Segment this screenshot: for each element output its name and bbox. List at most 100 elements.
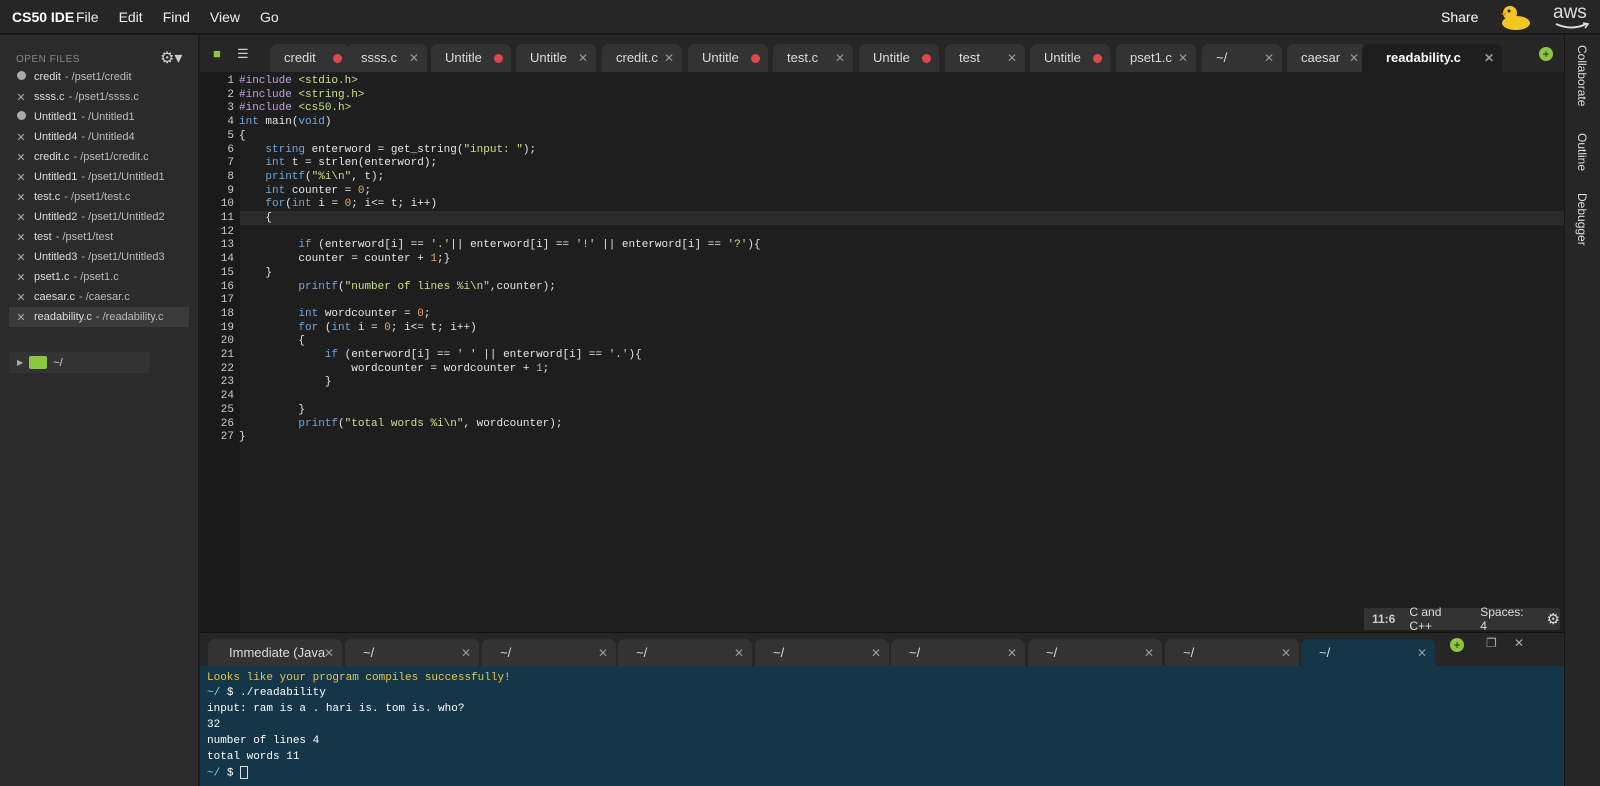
expand-arrow-icon[interactable]: ▶ — [17, 358, 23, 367]
editor-tab[interactable]: credit — [270, 44, 350, 72]
code-line[interactable]: int counter = 0; — [239, 185, 371, 197]
close-icon[interactable]: ✕ — [1144, 639, 1154, 667]
close-icon[interactable]: ✕ — [1007, 44, 1017, 72]
editor-tab[interactable]: caesar ✕ — [1287, 44, 1367, 72]
terminal-tab[interactable]: ~/ ✕ — [618, 639, 752, 667]
terminal-tab[interactable]: ~/ ✕ — [1301, 639, 1435, 667]
close-icon[interactable]: ✕ — [734, 639, 744, 667]
close-icon[interactable]: ✕ — [1349, 44, 1359, 72]
close-icon[interactable]: ✕ — [16, 251, 26, 264]
editor-tab[interactable]: test ✕ — [945, 44, 1025, 72]
menu-go[interactable]: Go — [260, 9, 279, 25]
code-line[interactable]: int wordcounter = 0; — [239, 308, 430, 320]
terminal-tab[interactable]: ~/ ✕ — [755, 639, 889, 667]
code-line[interactable]: { — [239, 335, 305, 347]
cursor-position[interactable]: 11:6 — [1372, 612, 1395, 626]
close-icon[interactable]: ✕ — [664, 44, 674, 72]
file-tree-root[interactable]: ▶ ~/ — [9, 352, 149, 373]
code-line[interactable]: printf("total words %i\n", wordcounter); — [239, 418, 562, 430]
code-line[interactable]: wordcounter = wordcounter + 1; — [239, 363, 549, 375]
tab-collaborate[interactable]: Collaborate — [1575, 45, 1589, 106]
code-line[interactable]: #include <cs50.h> — [239, 102, 351, 114]
open-file-item[interactable]: credit - /pset1/credit — [9, 67, 189, 87]
editor-tab[interactable]: Untitle — [688, 44, 768, 72]
open-file-item[interactable]: ✕ test.c - /pset1/test.c — [9, 187, 189, 207]
terminal-cursor[interactable] — [240, 766, 249, 779]
open-file-item[interactable]: ✕ test - /pset1/test — [9, 227, 189, 247]
close-icon[interactable]: ✕ — [16, 151, 26, 164]
code-line[interactable]: int main(void) — [239, 116, 331, 128]
code-line[interactable]: printf("number of lines %i\n",counter); — [239, 281, 555, 293]
terminal-tab[interactable]: ~/ ✕ — [1028, 639, 1162, 667]
close-panel-icon[interactable]: ✕ — [1514, 636, 1524, 650]
close-icon[interactable]: ✕ — [1178, 44, 1188, 72]
indent-setting[interactable]: Spaces: 4 — [1480, 605, 1532, 633]
code-line[interactable]: if (enterword[i] == '.'|| enterword[i] =… — [239, 239, 760, 251]
open-file-item[interactable]: ✕ Untitled1- /pset1/Untitled1 — [9, 167, 189, 187]
editor-tab[interactable]: ssss.c ✕ — [347, 44, 427, 72]
close-icon[interactable]: ✕ — [409, 44, 419, 72]
tab-debugger[interactable]: Debugger — [1575, 193, 1589, 246]
terminal-tab[interactable]: ~/ ✕ — [1165, 639, 1299, 667]
terminal-tab[interactable]: ~/ ✕ — [345, 639, 479, 667]
close-icon[interactable]: ✕ — [324, 639, 334, 667]
code-line[interactable]: for(int i = 0; i<= t; i++) — [239, 198, 437, 210]
open-file-item[interactable]: ✕ credit.c - /pset1/credit.c — [9, 147, 189, 167]
close-icon[interactable]: ✕ — [578, 44, 588, 72]
code-line[interactable]: if (enterword[i] == ' ' || enterword[i] … — [239, 349, 642, 361]
terminal-tab[interactable]: Immediate (Java ✕ — [208, 639, 342, 667]
tab-outline[interactable]: Outline — [1575, 133, 1589, 171]
code-line[interactable]: int t = strlen(enterword); — [239, 157, 437, 169]
editor-tab[interactable]: Untitle ✕ — [516, 44, 596, 72]
close-icon[interactable]: ✕ — [16, 291, 26, 304]
close-icon[interactable]: ✕ — [1264, 44, 1274, 72]
editor-tab[interactable]: test.c ✕ — [773, 44, 853, 72]
terminal-tab[interactable]: ~/ ✕ — [891, 639, 1025, 667]
open-file-item[interactable]: ✕ Untitled3- /pset1/Untitled3 — [9, 247, 189, 267]
close-icon[interactable]: ✕ — [871, 639, 881, 667]
unsaved-dot-icon[interactable] — [1093, 54, 1102, 63]
unsaved-dot-icon[interactable] — [16, 71, 26, 83]
close-icon[interactable]: ✕ — [598, 639, 608, 667]
duck-icon[interactable] — [1498, 3, 1532, 31]
menu-find[interactable]: Find — [163, 9, 190, 25]
gear-icon[interactable]: ⚙ — [1547, 610, 1560, 628]
close-icon[interactable]: ✕ — [1007, 639, 1017, 667]
terminal-tab[interactable]: ~/ ✕ — [482, 639, 616, 667]
editor-tab[interactable]: Untitle — [1030, 44, 1110, 72]
unsaved-dot-icon[interactable] — [333, 54, 342, 63]
terminal[interactable]: Looks like your program compiles success… — [200, 666, 1564, 786]
close-icon[interactable]: ✕ — [16, 231, 26, 244]
close-icon[interactable]: ✕ — [16, 191, 26, 204]
close-icon[interactable]: ✕ — [1281, 639, 1291, 667]
menu-file[interactable]: File — [76, 9, 99, 25]
code-line[interactable]: for (int i = 0; i<= t; i++) — [239, 322, 476, 334]
editor-tab[interactable]: Untitle — [431, 44, 511, 72]
add-tab-icon[interactable]: + — [1539, 47, 1553, 61]
code-line[interactable]: } — [239, 267, 272, 279]
code-line[interactable]: #include <string.h> — [239, 89, 364, 101]
share-button[interactable]: Share — [1441, 9, 1478, 25]
menu-edit[interactable]: Edit — [119, 9, 143, 25]
editor-tab[interactable]: credit.c ✕ — [602, 44, 682, 72]
outline-list-icon[interactable]: ☰ — [237, 46, 249, 62]
close-icon[interactable]: ✕ — [835, 44, 845, 72]
code-line[interactable]: printf("%i\n", t); — [239, 171, 384, 183]
code-line[interactable]: #include <stdio.h> — [239, 75, 358, 87]
folder-icon[interactable]: ■ — [213, 46, 221, 61]
code-line[interactable]: { — [239, 130, 246, 142]
open-file-item[interactable]: ✕ Untitled2- /pset1/Untitled2 — [9, 207, 189, 227]
maximize-icon[interactable]: ❐ — [1486, 636, 1497, 650]
unsaved-dot-icon[interactable] — [494, 54, 503, 63]
menu-view[interactable]: View — [210, 9, 240, 25]
unsaved-dot-icon[interactable] — [16, 111, 26, 123]
code-editor[interactable]: 1 2 3 4 5 6 7 8 9 10 11 12 13 14 15 16 17 18 19 20 21 22 23 24 2… — [200, 72, 1564, 632]
close-icon[interactable]: ✕ — [16, 311, 26, 324]
code-line[interactable]: } — [239, 404, 305, 416]
close-icon[interactable]: ✕ — [461, 639, 471, 667]
unsaved-dot-icon[interactable] — [751, 54, 760, 63]
open-file-item[interactable]: ✕ Untitled4- /Untitled4 — [9, 127, 189, 147]
language-mode[interactable]: C and C++ — [1409, 605, 1466, 633]
code-line[interactable]: } — [239, 376, 332, 388]
open-file-item[interactable]: ✕ readability.c - /readability.c — [9, 307, 189, 327]
